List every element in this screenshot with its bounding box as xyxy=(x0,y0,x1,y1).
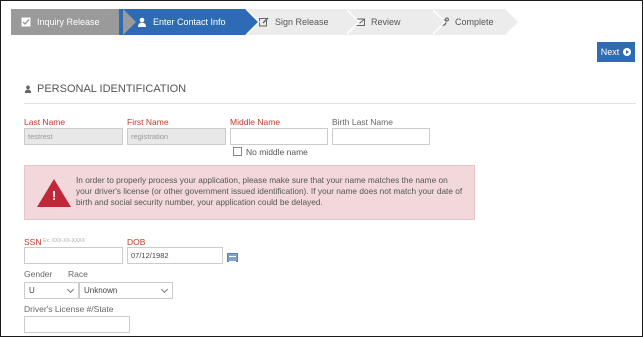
step-label: Enter Contact Info xyxy=(153,17,226,27)
section-divider xyxy=(24,103,636,104)
gender-label: Gender xyxy=(24,269,53,279)
application-window: Inquiry Release Enter Contact Info Sign … xyxy=(0,0,643,337)
step-label: Review xyxy=(371,17,401,27)
step-label: Sign Release xyxy=(275,17,329,27)
no-middle-name-label: No middle name xyxy=(246,147,308,157)
race-value: Unknown xyxy=(84,286,118,295)
name-warning-alert: ! In order to properly process your appl… xyxy=(24,165,475,220)
next-label: Next xyxy=(600,47,620,57)
next-button[interactable]: Next xyxy=(597,42,635,62)
first-name-label: First Name xyxy=(127,117,169,127)
drivers-license-label: Driver's License #/State xyxy=(24,304,114,314)
ssn-field[interactable] xyxy=(24,247,123,264)
user-icon xyxy=(138,17,146,27)
progress-steps: Inquiry Release Enter Contact Info Sign … xyxy=(11,9,520,35)
arrow-circle-right-icon xyxy=(623,48,632,56)
birth-last-name-label: Birth Last Name xyxy=(332,117,393,127)
last-name-field[interactable]: testrest xyxy=(24,128,123,145)
step-enter-contact-info[interactable]: Enter Contact Info xyxy=(119,9,260,35)
dob-label: DOB xyxy=(127,237,146,247)
user-icon xyxy=(24,85,32,93)
alert-message: In order to properly process your applic… xyxy=(76,175,463,207)
section-header: PERSONAL IDENTIFICATION xyxy=(24,83,186,95)
first-name-field[interactable]: registration xyxy=(127,128,226,145)
chevron-down-icon xyxy=(66,285,75,294)
edit-icon xyxy=(259,17,269,27)
race-label: Race xyxy=(68,269,88,279)
step-label: Complete xyxy=(455,17,494,27)
section-title: PERSONAL IDENTIFICATION xyxy=(37,83,187,95)
no-middle-name-checkbox[interactable] xyxy=(233,147,242,156)
dob-field[interactable]: 07/12/1982 xyxy=(127,247,223,264)
step-label: Inquiry Release xyxy=(37,17,100,27)
check-square-icon xyxy=(21,17,31,27)
chevron-down-icon xyxy=(160,285,169,294)
gender-select[interactable]: U xyxy=(24,282,79,299)
drivers-license-field[interactable] xyxy=(24,316,130,333)
birth-last-name-field[interactable] xyxy=(332,128,430,145)
middle-name-field[interactable] xyxy=(230,128,328,145)
gender-value: U xyxy=(29,286,35,295)
race-select[interactable]: Unknown xyxy=(79,282,173,299)
ssn-hint: Ex: XXX-XX-XXXX xyxy=(43,238,85,244)
last-name-label: Last Name xyxy=(24,117,66,127)
step-inquiry-release[interactable]: Inquiry Release xyxy=(11,9,136,35)
middle-name-label: Middle Name xyxy=(230,117,281,127)
ssn-label: SSN xyxy=(24,237,42,247)
calendar-icon[interactable] xyxy=(227,253,238,262)
